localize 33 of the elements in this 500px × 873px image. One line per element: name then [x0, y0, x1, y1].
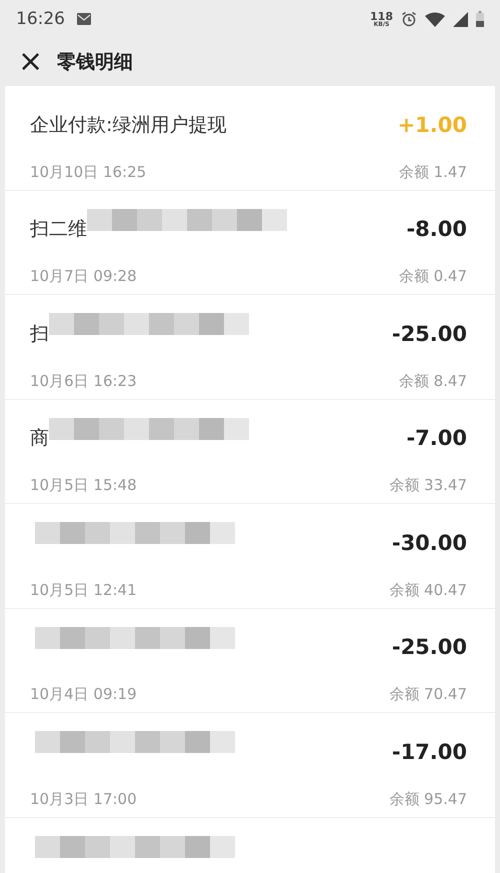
balance-text: 余额 8.47: [398, 372, 467, 391]
transaction-title: 商: [30, 426, 50, 452]
balance-text: 余额 0.47: [398, 267, 467, 286]
alarm-icon: [401, 11, 417, 27]
transaction-date: 10月5日 12:41: [30, 580, 138, 600]
transaction-amount: -17.00: [392, 740, 467, 764]
page-title: 零钱明细: [57, 50, 134, 75]
balance-text: 余额 70.47: [389, 685, 467, 704]
transaction-date: 10月10日 16:25: [30, 162, 148, 182]
mail-icon: [77, 13, 91, 25]
transaction-title: 企业付款:绿洲用户提现: [30, 112, 228, 138]
transaction-date: 10月3日 17:00: [30, 790, 138, 809]
transaction-amount: -8.00: [406, 217, 467, 242]
transaction-amount: +1.00: [398, 112, 467, 137]
status-time: 16:26: [16, 9, 65, 29]
balance-text: 余额 1.47: [398, 162, 467, 182]
balance-text: 余额 95.47: [389, 790, 467, 809]
transaction-amount: -25.00: [392, 322, 467, 346]
transaction-date: 10月5日 15:48: [30, 476, 138, 496]
transaction-title: 扫: [30, 322, 50, 347]
transaction-title: 扫二维: [30, 217, 88, 242]
battery-icon: [476, 11, 484, 27]
close-button[interactable]: ×: [18, 47, 44, 77]
signal-icon: [453, 12, 468, 26]
balance-text: 余额 33.47: [389, 476, 467, 496]
transaction-amount: -30.00: [392, 530, 467, 555]
wifi-icon: [425, 12, 445, 26]
transaction-date: 10月6日 16:23: [30, 372, 138, 391]
transaction-amount: -7.00: [406, 426, 467, 450]
transaction-date: 10月7日 09:28: [30, 267, 138, 286]
balance-text: 余额 40.47: [389, 580, 467, 600]
transaction-amount: -25.00: [392, 635, 467, 660]
transaction-date: 10月4日 09:19: [30, 685, 138, 704]
